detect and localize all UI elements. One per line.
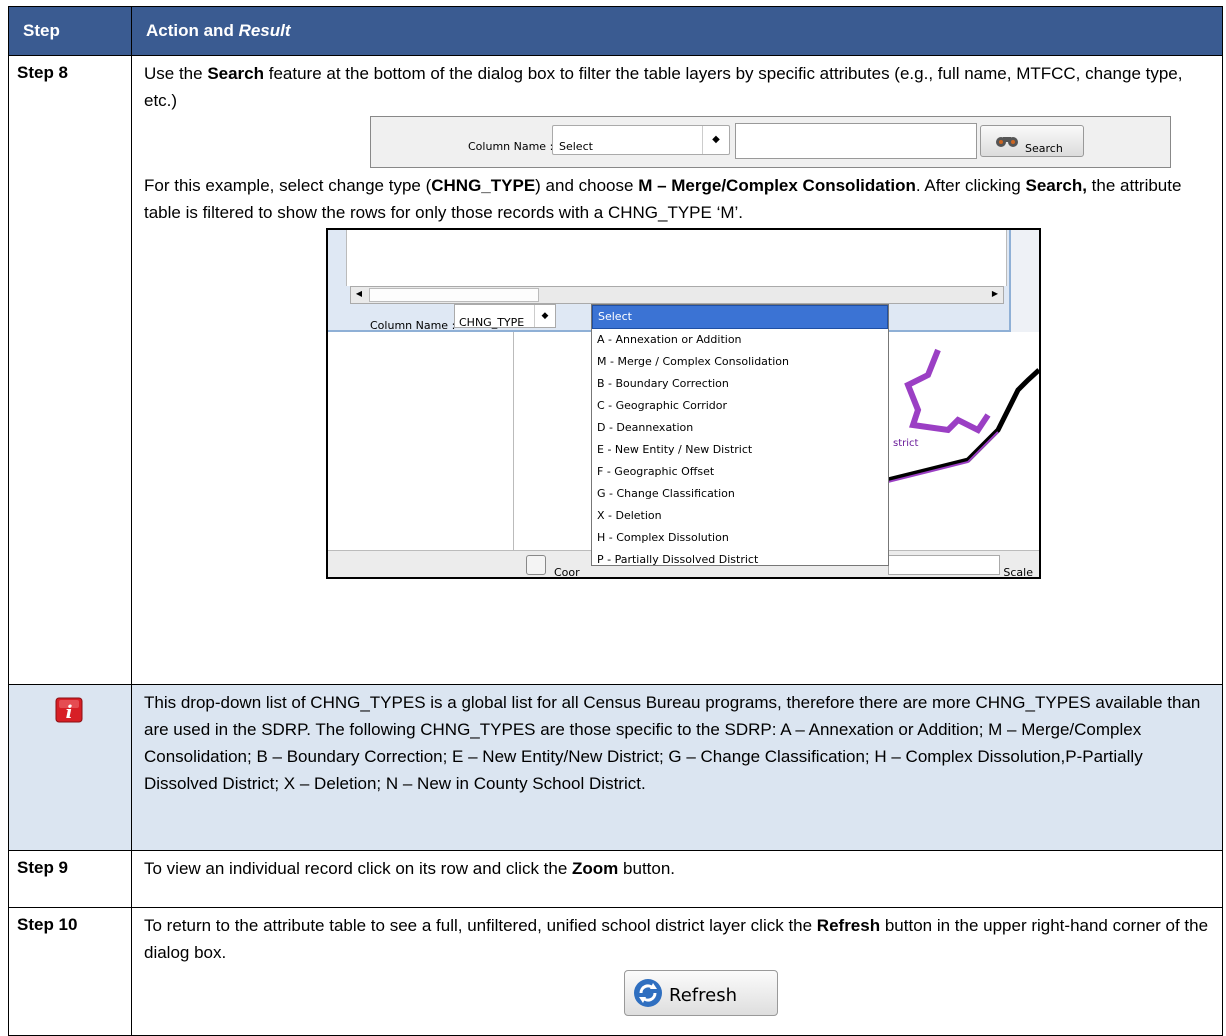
instruction-table: Step Action and Result Step 8 Use the Se…	[8, 6, 1223, 1036]
list-item[interactable]: G - Change Classification	[592, 483, 888, 505]
refresh-button-label: Refresh	[669, 985, 737, 1006]
list-item[interactable]: C - Geographic Corridor	[592, 395, 888, 417]
refresh-button[interactable]: Refresh	[624, 970, 778, 1016]
header-action: Action and	[146, 21, 239, 40]
step8-paragraph1: Use the Search feature at the bottom of …	[144, 64, 1183, 110]
info-icon: i	[55, 697, 83, 723]
step9-body: To view an individual record click on it…	[131, 850, 1223, 908]
step9-label: Step 9	[8, 850, 132, 908]
list-item[interactable]: Select	[592, 305, 888, 329]
updown-icon: ◆	[534, 305, 555, 327]
list-item[interactable]: X - Deletion	[592, 505, 888, 527]
coordinate-icon[interactable]	[526, 555, 546, 575]
map-label: strict	[893, 438, 919, 449]
step8-paragraph2: For this example, select change type (CH…	[144, 176, 1182, 222]
search-button-label: Search	[1025, 142, 1063, 155]
dropdown-screenshot: ◀ ▶ Column Name : CHNG_TYPE ◆ strict Coo…	[326, 228, 1041, 579]
svg-text:i: i	[66, 702, 73, 723]
step8-row: Step 8 Use the Search feature at the bot…	[8, 55, 1223, 685]
search-button[interactable]: Search	[980, 125, 1084, 157]
horizontal-scrollbar[interactable]: ◀ ▶	[350, 286, 1004, 304]
note-text: This drop-down list of CHNG_TYPES is a g…	[131, 684, 1223, 851]
binoculars-icon	[996, 137, 1018, 147]
updown-icon: ◆	[702, 126, 729, 154]
scroll-right-icon[interactable]: ▶	[988, 288, 1002, 300]
list-item[interactable]: D - Deannexation	[592, 417, 888, 439]
step10-body: To return to the attribute table to see …	[131, 907, 1223, 1036]
coordinate-field[interactable]	[888, 555, 1000, 575]
list-item[interactable]: B - Boundary Correction	[592, 373, 888, 395]
column-name-label: Column Name :	[468, 140, 554, 153]
refresh-icon	[634, 979, 662, 1007]
search-text-input[interactable]	[735, 123, 977, 159]
change-type-dropdown-list[interactable]: Select A - Annexation or Addition M - Me…	[591, 304, 889, 566]
column-select-value: Select	[559, 140, 593, 153]
step10-text: To return to the attribute table to see …	[144, 916, 1209, 962]
list-item[interactable]: P - Partially Dissolved District	[592, 549, 888, 571]
list-item[interactable]: E - New Entity / New District	[592, 439, 888, 461]
scroll-left-icon[interactable]: ◀	[352, 288, 366, 300]
column-select[interactable]: Select ◆	[552, 125, 730, 155]
list-item[interactable]: F - Geographic Offset	[592, 461, 888, 483]
header-action-result: Action and Result	[131, 6, 1223, 56]
header-result: Result	[238, 21, 291, 40]
step8-body: Use the Search feature at the bottom of …	[131, 55, 1223, 685]
list-item[interactable]: H - Complex Dissolution	[592, 527, 888, 549]
column-select[interactable]: CHNG_TYPE ◆	[454, 304, 556, 329]
list-item[interactable]: M - Merge / Complex Consolidation	[592, 351, 888, 373]
scroll-thumb[interactable]	[369, 288, 539, 302]
note-row: i This drop-down list of CHNG_TYPES is a…	[8, 684, 1223, 851]
table-header-row: Step Action and Result	[8, 6, 1223, 56]
step10-label: Step 10	[8, 907, 132, 1036]
step10-row: Step 10 To return to the attribute table…	[8, 907, 1223, 1036]
list-item[interactable]: A - Annexation or Addition	[592, 329, 888, 351]
search-bar-screenshot: Column Name : Select ◆ Search	[370, 116, 1171, 168]
coordinate-label: Coor	[554, 566, 580, 579]
step9-row: Step 9 To view an individual record clic…	[8, 850, 1223, 908]
note-icon-cell: i	[8, 684, 132, 851]
scale-label: Scale	[1003, 566, 1033, 579]
step8-label: Step 8	[8, 55, 132, 685]
header-step: Step	[8, 6, 132, 56]
layer-panel	[328, 332, 513, 577]
attribute-table-area	[346, 230, 1007, 286]
